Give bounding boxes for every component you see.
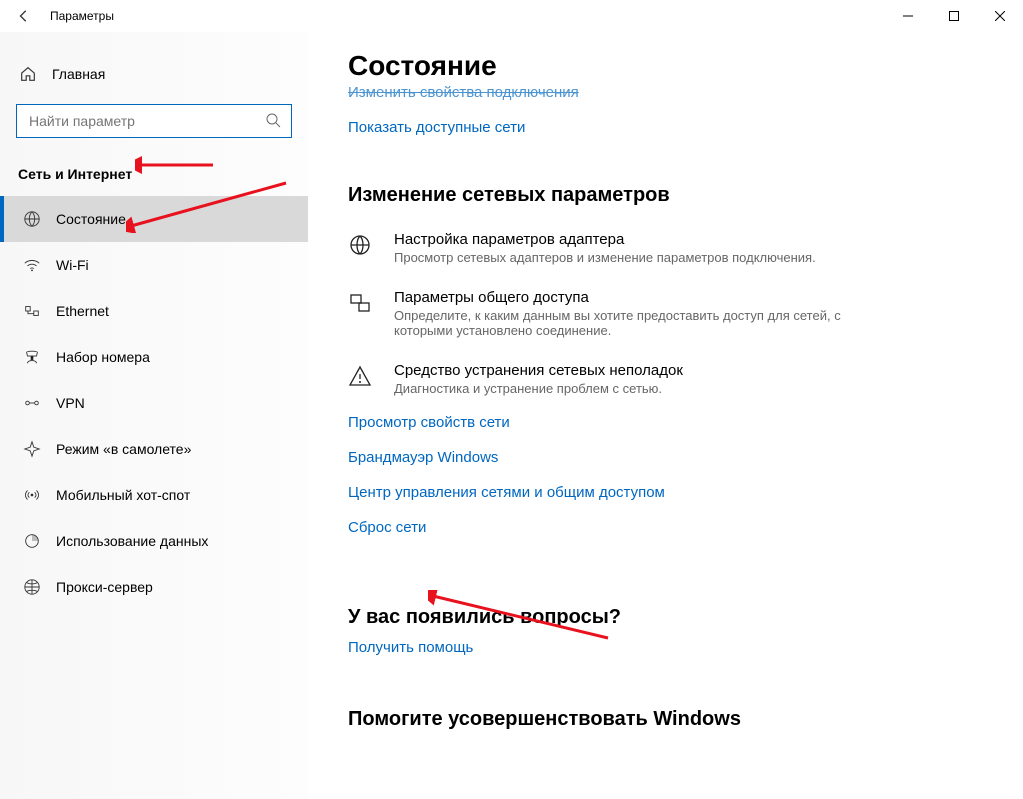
sidebar-item-wifi[interactable]: Wi-Fi [0,242,308,288]
sidebar-item-label: Состояние [56,211,126,227]
sidebar-item-status[interactable]: Состояние [0,196,308,242]
wifi-icon [22,255,42,275]
dialup-icon [22,347,42,367]
link-view-network-properties[interactable]: Просмотр свойств сети [348,414,983,431]
option-title: Средство устранения сетевых неполадок [394,362,683,379]
hotspot-icon [22,485,42,505]
minimize-button[interactable] [885,0,931,32]
link-show-available-networks[interactable]: Показать доступные сети [348,119,525,136]
sidebar-item-label: Wi-Fi [56,257,89,273]
sidebar-item-proxy[interactable]: Прокси-сервер [0,564,308,610]
sidebar-item-dialup[interactable]: Набор номера [0,334,308,380]
content-pane: Состояние Изменить свойства подключения … [308,32,1023,799]
home-icon [18,64,38,84]
sidebar-item-label: Мобильный хот-спот [56,487,190,503]
option-title: Настройка параметров адаптера [394,231,816,248]
warning-icon [348,362,376,396]
sidebar-item-label: Режим «в самолете» [56,441,191,457]
back-button[interactable] [8,0,40,32]
maximize-button[interactable] [931,0,977,32]
option-troubleshoot[interactable]: Средство устранения сетевых неполадок Ди… [348,362,983,396]
sidebar-item-data-usage[interactable]: Использование данных [0,518,308,564]
option-desc: Определите, к каким данным вы хотите пре… [394,308,874,338]
search-box[interactable] [16,104,292,138]
option-adapter-settings[interactable]: Настройка параметров адаптера Просмотр с… [348,231,983,265]
section-change-network-settings: Изменение сетевых параметров [348,184,983,207]
airplane-icon [22,439,42,459]
ethernet-icon [22,301,42,321]
close-button[interactable] [977,0,1023,32]
option-sharing-settings[interactable]: Параметры общего доступа Определите, к к… [348,289,983,338]
window-controls [885,0,1023,32]
option-desc: Просмотр сетевых адаптеров и изменение п… [394,250,816,265]
link-network-sharing-center[interactable]: Центр управления сетями и общим доступом [348,484,983,501]
home-nav[interactable]: Главная [0,54,308,94]
sidebar-item-hotspot[interactable]: Мобильный хот-спот [0,472,308,518]
data-usage-icon [22,531,42,551]
sharing-icon [348,289,376,338]
sidebar-item-label: Ethernet [56,303,109,319]
search-input[interactable] [27,112,265,130]
proxy-icon [22,577,42,597]
link-windows-firewall[interactable]: Брандмауэр Windows [348,449,983,466]
vpn-icon [22,393,42,413]
sidebar-item-label: VPN [56,395,85,411]
category-title: Сеть и Интернет [0,152,308,196]
questions-title: У вас появились вопросы? [348,606,983,629]
sidebar-item-airplane[interactable]: Режим «в самолете» [0,426,308,472]
sidebar-item-vpn[interactable]: VPN [0,380,308,426]
option-desc: Диагностика и устранение проблем с сетью… [394,381,683,396]
option-title: Параметры общего доступа [394,289,874,306]
window-title: Параметры [50,9,114,23]
sidebar-item-ethernet[interactable]: Ethernet [0,288,308,334]
sidebar-item-label: Прокси-сервер [56,579,153,595]
home-label: Главная [52,66,105,82]
titlebar: Параметры [0,0,1023,32]
sidebar: Главная Сеть и Интернет Состояние Wi-Fi [0,32,308,799]
search-icon [265,112,281,131]
sidebar-item-label: Набор номера [56,349,150,365]
status-icon [22,209,42,229]
improve-title: Помогите усовершенствовать Windows [348,708,983,731]
adapter-icon [348,231,376,265]
page-title: Состояние [348,50,983,82]
link-network-reset[interactable]: Сброс сети [348,519,983,536]
link-get-help[interactable]: Получить помощь [348,639,473,656]
link-change-connection-properties[interactable]: Изменить свойства подключения [348,84,579,101]
sidebar-item-label: Использование данных [56,533,208,549]
